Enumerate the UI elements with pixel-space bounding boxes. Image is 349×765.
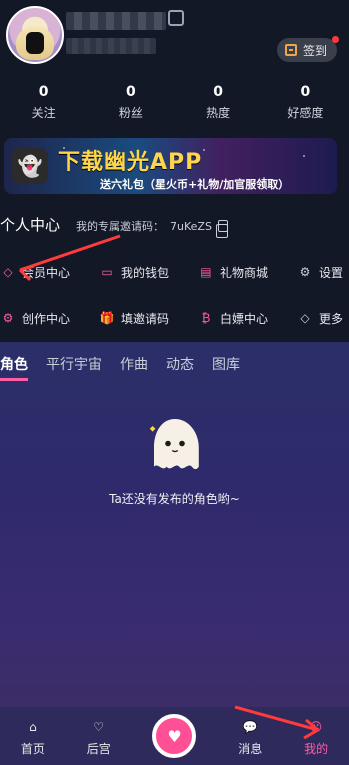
message-icon: 💬: [242, 719, 258, 734]
menu-label: 更多: [318, 311, 343, 326]
center-heart-button[interactable]: ♥: [152, 714, 197, 758]
tab-compose[interactable]: 作曲: [120, 354, 148, 381]
gift-icon: 🎁: [99, 311, 115, 325]
stat-fans[interactable]: 0 粉丝: [87, 84, 174, 124]
ghost-illustration: [149, 419, 199, 470]
nav-label: 后宫: [86, 741, 111, 756]
content-tabs: 角色 平行宇宙 作曲 动态 图库: [0, 354, 240, 381]
copy-icon[interactable]: [215, 220, 228, 238]
stats-row: 0 关注 0 粉丝 0 热度 0 好感度: [0, 84, 349, 124]
checkin-button[interactable]: 签到: [276, 36, 339, 62]
menu-vip-center[interactable]: ◇ 会员中心: [0, 260, 70, 284]
edit-icon[interactable]: [168, 10, 184, 26]
bottom-navigation: ⌂ 首页 ♡ 后宫 ♥ 💬 消息 ☺ 我的: [0, 707, 349, 765]
banner-title: 下载幽光APP: [58, 150, 203, 175]
avatar[interactable]: [6, 6, 64, 64]
empty-state-text: Ta还没有发布的角色哟~: [109, 492, 240, 506]
menu-gift-shop[interactable]: ▤ 礼物商城: [198, 260, 268, 284]
stat-value: 0: [126, 84, 136, 100]
menu-wallet[interactable]: ▭ 我的钱包: [99, 260, 169, 284]
menu-freebie-center[interactable]: ₿ 白嫖中心: [198, 306, 268, 330]
download-app-banner[interactable]: 👻 下载幽光APP 送六礼包（星火币+礼物/加官服领取）: [4, 138, 337, 194]
menu-row: ◇ 会员中心 ▭ 我的钱包 ▤ 礼物商城 ⚙ 设置: [0, 260, 349, 284]
menu-label: 礼物商城: [219, 265, 268, 280]
menu-label: 创作中心: [22, 311, 71, 326]
shop-icon: ▤: [200, 265, 212, 279]
nav-home[interactable]: ⌂ 首页: [21, 716, 45, 757]
stat-value: 0: [300, 84, 311, 100]
nav-create-center[interactable]: ♥: [152, 714, 197, 758]
stat-follow[interactable]: 0 关注: [0, 84, 87, 124]
menu-label: 填邀请码: [120, 311, 169, 326]
nav-label: 首页: [20, 741, 45, 756]
invite-prefix: 我的专属邀请码：: [76, 220, 164, 233]
menu-label: 我的钱包: [120, 265, 169, 280]
profile-header: 签到: [0, 0, 349, 80]
menu-enter-invite-code[interactable]: 🎁 填邀请码: [99, 306, 170, 330]
diamond-icon: ◇: [3, 265, 13, 279]
blurred-user-info: [66, 38, 156, 54]
stat-label: 热度: [206, 106, 231, 120]
menu-creator-center[interactable]: ⚙ 创作中心: [0, 306, 70, 330]
home-icon: ⌂: [29, 719, 37, 734]
heart-icon: ♥: [167, 726, 182, 746]
menu-more[interactable]: ◇ 更多: [297, 306, 343, 330]
stat-label: 好感度: [287, 106, 324, 120]
banner-subtitle: 送六礼包（星火币+礼物/加官服领取）: [100, 178, 290, 191]
menu-settings[interactable]: ⚙ 设置: [297, 260, 343, 284]
checkin-label: 签到: [302, 43, 327, 58]
user-icon: ☺: [309, 719, 323, 734]
tab-parallel-universe[interactable]: 平行宇宙: [46, 354, 102, 381]
heart-icon: ♡: [93, 719, 105, 734]
menu-grid: ◇ 会员中心 ▭ 我的钱包 ▤ 礼物商城 ⚙ 设置 ⚙ 创作中心 🎁 填邀请码 …: [0, 260, 349, 352]
invite-code: 我的专属邀请码： 7uKeZS: [76, 218, 228, 238]
invite-code-value: 7uKeZS: [170, 219, 212, 233]
nav-label: 消息: [238, 741, 263, 756]
stat-heat[interactable]: 0 热度: [175, 84, 262, 124]
stat-favor[interactable]: 0 好感度: [262, 84, 349, 124]
nav-harem[interactable]: ♡ 后宫: [87, 716, 111, 757]
stat-value: 0: [213, 84, 223, 100]
wallet-icon: ▭: [101, 265, 113, 279]
stat-label: 粉丝: [118, 106, 143, 120]
tab-roles[interactable]: 角色: [0, 354, 28, 381]
nav-mine[interactable]: ☺ 我的: [304, 716, 328, 757]
gear-icon: ⚙: [299, 265, 311, 279]
creator-gear-icon: ⚙: [2, 311, 14, 325]
calendar-icon: [284, 44, 297, 56]
menu-row: ⚙ 创作中心 🎁 填邀请码 ₿ 白嫖中心 ◇ 更多: [0, 306, 349, 330]
menu-label: 白嫖中心: [219, 311, 268, 326]
nav-label: 我的: [304, 741, 329, 756]
blurred-username: [66, 12, 166, 30]
tab-gallery[interactable]: 图库: [212, 354, 240, 381]
profile-content: 角色 平行宇宙 作曲 动态 图库 Ta还没有发布的角色哟~: [0, 342, 349, 765]
notification-dot: [332, 36, 339, 43]
stat-value: 0: [38, 84, 49, 100]
stat-label: 关注: [31, 106, 56, 120]
personal-center-title: 个人中心: [0, 216, 61, 234]
grid-icon: ◇: [300, 311, 310, 325]
money-bag-icon: ₿: [201, 311, 211, 325]
nav-messages[interactable]: 💬 消息: [238, 716, 262, 757]
ghost-logo-icon: 👻: [12, 148, 48, 184]
menu-label: 会员中心: [22, 265, 71, 280]
menu-label: 设置: [318, 265, 343, 280]
tab-dynamics[interactable]: 动态: [166, 354, 194, 381]
